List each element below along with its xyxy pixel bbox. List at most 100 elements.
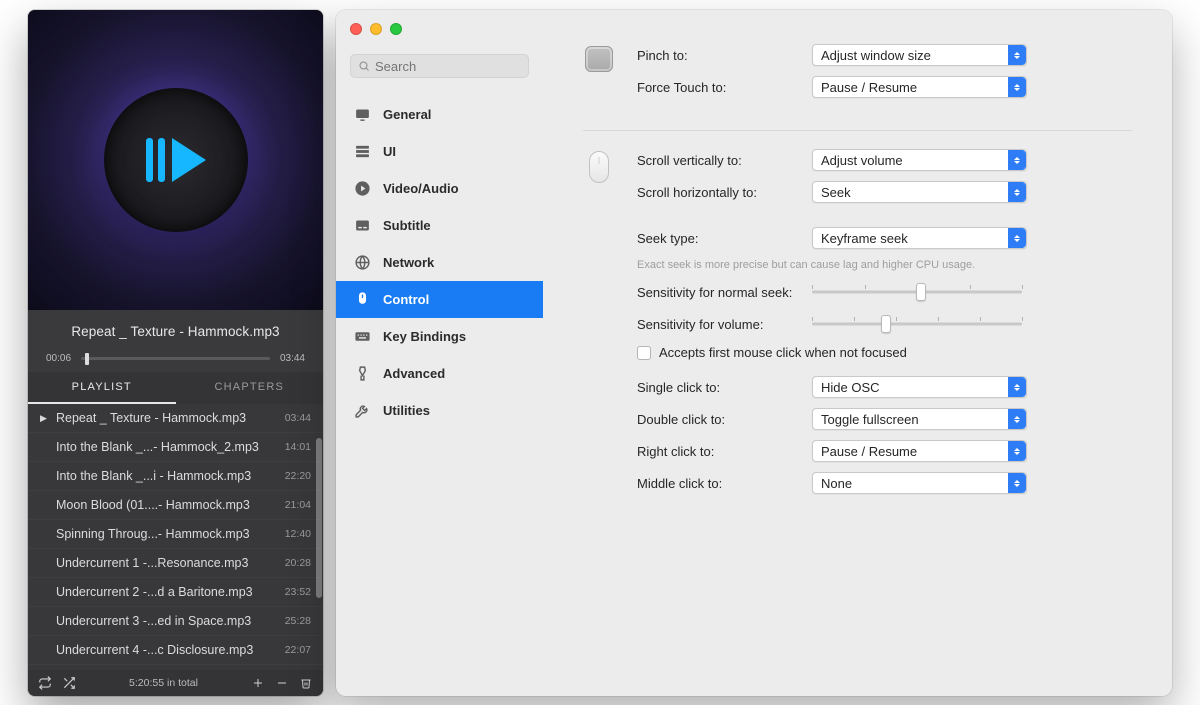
playlist-item-duration: 22:20: [285, 470, 311, 482]
playlist-item-name: Into the Blank _...- Hammock_2.mp3: [56, 440, 285, 454]
sidebar-item-ui[interactable]: UI: [336, 133, 543, 170]
playlist-item[interactable]: Undercurrent 3 -...ed in Space.mp325:28: [28, 607, 323, 636]
playlist-item-name: Into the Blank _...i - Hammock.mp3: [56, 469, 285, 483]
middle-click-select[interactable]: None: [812, 472, 1027, 494]
sidebar-item-video-audio[interactable]: Video/Audio: [336, 170, 543, 207]
general-icon: [354, 106, 371, 123]
playlist-item-duration: 25:28: [285, 615, 311, 627]
right-click-label: Right click to:: [637, 444, 812, 459]
playlist-item-duration: 20:28: [285, 557, 311, 569]
sidebar-item-control[interactable]: Control: [336, 281, 543, 318]
close-button[interactable]: [350, 23, 362, 35]
sidebar-item-label: Network: [383, 255, 434, 270]
double-click-label: Double click to:: [637, 412, 812, 427]
playlist-item-name: Moon Blood (01....- Hammock.mp3: [56, 498, 285, 512]
window-controls: [350, 23, 402, 35]
playlist-item-name: Spinning Throug...- Hammock.mp3: [56, 527, 285, 541]
remove-icon[interactable]: [275, 676, 289, 690]
single-click-select[interactable]: Hide OSC: [812, 376, 1027, 398]
advanced-icon: [354, 365, 371, 382]
sidebar-item-advanced[interactable]: Advanced: [336, 355, 543, 392]
preferences-window: General UI Video/Audio Subtitle Network Contr…: [336, 10, 1172, 696]
player-footer: 5:20:55 in total: [28, 670, 323, 696]
playlist-item-name: Undercurrent 2 -...d a Baritone.mp3: [56, 585, 285, 599]
sensitivity-seek-slider[interactable]: [812, 284, 1022, 300]
sidebar-item-label: Key Bindings: [383, 329, 466, 344]
playlist-item[interactable]: Undercurrent 1 -...Resonance.mp320:28: [28, 549, 323, 578]
zoom-button[interactable]: [390, 23, 402, 35]
prefs-sidebar: General UI Video/Audio Subtitle Network Contr…: [336, 10, 543, 696]
playlist-item-name: Undercurrent 4 -...c Disclosure.mp3: [56, 643, 285, 657]
sidebar-item-network[interactable]: Network: [336, 244, 543, 281]
play-logo-icon: [140, 130, 212, 190]
minimize-button[interactable]: [370, 23, 382, 35]
playlist-item-duration: 14:01: [285, 441, 311, 453]
playlist-item-duration: 12:40: [285, 528, 311, 540]
sidebar-item-label: UI: [383, 144, 396, 159]
sensitivity-seek-label: Sensitivity for normal seek:: [637, 285, 812, 300]
sensitivity-volume-slider[interactable]: [812, 316, 1022, 332]
now-playing-panel: Repeat _ Texture - Hammock.mp3 00:06 03:…: [28, 310, 323, 372]
player-tabs: PLAYLIST CHAPTERS: [28, 372, 323, 404]
force-touch-label: Force Touch to:: [637, 80, 812, 95]
search-icon: [358, 60, 370, 72]
sidebar-item-label: Video/Audio: [383, 181, 459, 196]
pinch-select[interactable]: Adjust window size: [812, 44, 1027, 66]
playlist-item[interactable]: ▶Repeat _ Texture - Hammock.mp303:44: [28, 404, 323, 433]
scroll-horizontal-label: Scroll horizontally to:: [637, 185, 812, 200]
mouse-icon: [589, 151, 609, 183]
key-bindings-icon: [354, 328, 371, 345]
playlist-item[interactable]: Into the Blank _...- Hammock_2.mp314:01: [28, 433, 323, 462]
playlist-item-name: Undercurrent 1 -...Resonance.mp3: [56, 556, 285, 570]
playlist-total: 5:20:55 in total: [86, 677, 241, 689]
sensitivity-volume-label: Sensitivity for volume:: [637, 317, 812, 332]
sidebar-item-label: General: [383, 107, 431, 122]
sidebar-item-subtitle[interactable]: Subtitle: [336, 207, 543, 244]
playlist-scrollbar[interactable]: [316, 430, 322, 670]
playlist-item-duration: 23:52: [285, 586, 311, 598]
playlist-item[interactable]: Into the Blank _...i - Hammock.mp322:20: [28, 462, 323, 491]
repeat-icon[interactable]: [38, 676, 52, 690]
seek-bar[interactable]: [81, 357, 270, 360]
seek-type-select[interactable]: Keyframe seek: [812, 227, 1027, 249]
prefs-search[interactable]: [350, 54, 529, 78]
sidebar-item-label: Advanced: [383, 366, 445, 381]
sidebar-item-key-bindings[interactable]: Key Bindings: [336, 318, 543, 355]
scroll-vertical-label: Scroll vertically to:: [637, 153, 812, 168]
add-icon[interactable]: [251, 676, 265, 690]
trash-icon[interactable]: [299, 676, 313, 690]
seek-type-hint: Exact seek is more precise but can cause…: [637, 259, 1132, 271]
shuffle-icon[interactable]: [62, 676, 76, 690]
first-click-checkbox[interactable]: [637, 346, 651, 360]
playlist-item[interactable]: Spinning Throug...- Hammock.mp312:40: [28, 520, 323, 549]
time-elapsed: 00:06: [46, 353, 71, 364]
playlist-item[interactable]: Moon Blood (01....- Hammock.mp321:04: [28, 491, 323, 520]
sidebar-item-general[interactable]: General: [336, 96, 543, 133]
playlist-item[interactable]: Undercurrent 2 -...d a Baritone.mp323:52: [28, 578, 323, 607]
video-audio-icon: [354, 180, 371, 197]
tab-playlist[interactable]: PLAYLIST: [28, 372, 176, 404]
utilities-icon: [354, 402, 371, 419]
scroll-horizontal-select[interactable]: Seek: [812, 181, 1027, 203]
single-click-label: Single click to:: [637, 380, 812, 395]
middle-click-label: Middle click to:: [637, 476, 812, 491]
scroll-vertical-select[interactable]: Adjust volume: [812, 149, 1027, 171]
playlist-item-name: Undercurrent 3 -...ed in Space.mp3: [56, 614, 285, 628]
tab-chapters[interactable]: CHAPTERS: [176, 372, 324, 404]
sidebar-item-label: Control: [383, 292, 429, 307]
force-touch-select[interactable]: Pause / Resume: [812, 76, 1027, 98]
network-icon: [354, 254, 371, 271]
playlist[interactable]: ▶Repeat _ Texture - Hammock.mp303:44Into…: [28, 404, 323, 670]
prefs-content: Pinch to: Adjust window size Force Touch…: [543, 10, 1172, 696]
search-input[interactable]: [375, 59, 551, 74]
double-click-select[interactable]: Toggle fullscreen: [812, 408, 1027, 430]
album-art: [28, 10, 323, 310]
trackpad-icon: [585, 46, 613, 72]
playlist-item[interactable]: Undercurrent 4 -...c Disclosure.mp322:07: [28, 636, 323, 665]
time-remaining: 03:44: [280, 353, 305, 364]
pinch-label: Pinch to:: [637, 48, 812, 63]
sidebar-item-utilities[interactable]: Utilities: [336, 392, 543, 429]
playlist-item-duration: 03:44: [285, 412, 311, 424]
playlist-item-duration: 21:04: [285, 499, 311, 511]
right-click-select[interactable]: Pause / Resume: [812, 440, 1027, 462]
